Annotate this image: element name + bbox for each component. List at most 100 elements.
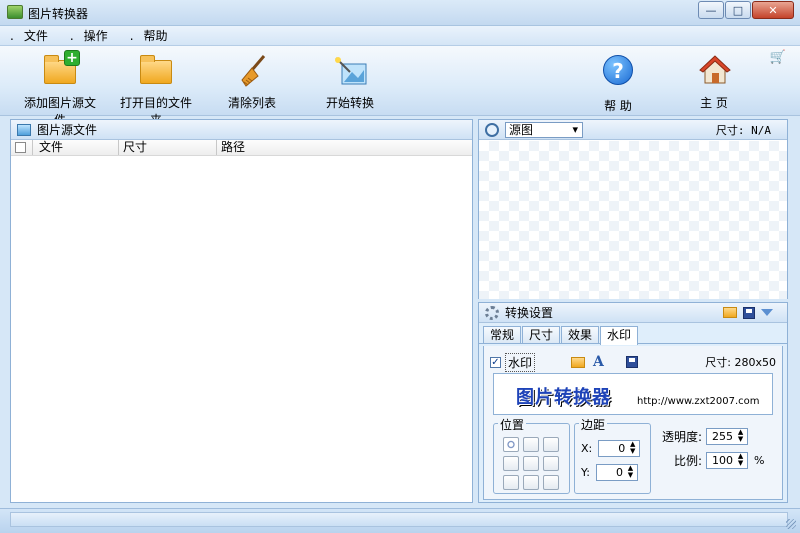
settings-header: 转换设置	[479, 303, 787, 323]
opacity-scale-fields: 透明度: 255 ▲ ▼ 比例: 100 ▲ ▼ %	[662, 428, 765, 476]
home-icon	[696, 52, 732, 88]
folder-icon	[138, 52, 174, 88]
watermark-toolbar: ✓ 水印 A 尺寸: 280x50	[490, 352, 776, 372]
position-grid	[503, 437, 559, 490]
source-files-panel: 图片源文件 文件 尺寸 路径	[10, 119, 473, 503]
position-title: 位置	[498, 416, 527, 433]
close-button[interactable]: ✕	[752, 1, 794, 19]
margin-x-value: 0	[618, 442, 626, 455]
margin-y-input[interactable]: 0 ▲ ▼	[595, 464, 638, 481]
image-icon	[17, 123, 31, 136]
position-top-right[interactable]	[543, 437, 559, 452]
add-source-button[interactable]: + 添加图片源文件	[22, 50, 98, 128]
menu-file[interactable]: 文件	[10, 27, 48, 44]
resize-grip-icon[interactable]	[786, 519, 796, 529]
margin-x-input[interactable]: 0 ▲ ▼	[598, 440, 641, 457]
window-controls: — □ ✕	[697, 1, 794, 19]
scale-spinner[interactable]: ▲ ▼	[735, 453, 746, 467]
open-settings-icon[interactable]	[723, 307, 737, 318]
scale-unit: %	[754, 454, 765, 467]
clear-list-button[interactable]: 清除列表	[228, 52, 276, 111]
position-bottom-left[interactable]	[503, 475, 519, 490]
margin-y-row: Y: 0 ▲ ▼	[581, 464, 638, 481]
margin-x-spinner[interactable]: ▲ ▼	[627, 441, 638, 455]
scale-label: 比例:	[674, 454, 703, 468]
position-middle-left[interactable]	[503, 456, 519, 471]
opacity-label: 透明度:	[662, 430, 703, 444]
margin-y-value: 0	[615, 466, 623, 479]
toolbar: + 添加图片源文件 打开目的文件夹 清除列表 开始转换 ? 帮	[0, 46, 800, 127]
source-select[interactable]: 源图	[505, 121, 583, 138]
margin-x-row: X: 0 ▲ ▼	[581, 440, 641, 457]
maximize-button[interactable]: □	[725, 1, 751, 19]
settings-tabs: 常规 尺寸 效果 水印	[479, 326, 787, 345]
menu-help[interactable]: 帮助	[130, 27, 168, 44]
open-destination-button[interactable]: 打开目的文件夹	[118, 52, 194, 128]
scale-value: 100	[712, 454, 734, 467]
position-top-center[interactable]	[523, 437, 539, 452]
cart-icon[interactable]: 🛒	[770, 50, 786, 65]
file-list-header: 文件 尺寸 路径	[11, 140, 472, 156]
watermark-enable-label[interactable]: 水印	[505, 352, 536, 372]
add-folder-icon: +	[42, 50, 80, 88]
tab-size[interactable]: 尺寸	[522, 326, 561, 343]
watermark-preview: 图片转换器 http://www.zxt2007.com	[493, 373, 773, 415]
margin-y-label: Y:	[581, 466, 590, 479]
tab-general[interactable]: 常规	[483, 326, 522, 343]
preview-panel: 源图 尺寸: N/A	[478, 119, 788, 299]
gear-icon	[485, 305, 499, 320]
select-all-cell	[11, 140, 33, 155]
file-list[interactable]	[11, 157, 472, 502]
source-files-header: 图片源文件	[11, 120, 472, 140]
magnify-icon	[485, 122, 499, 137]
margin-x-label: X:	[581, 442, 593, 455]
position-bottom-right[interactable]	[543, 475, 559, 490]
watermark-preview-url: http://www.zxt2007.com	[637, 396, 760, 407]
app-icon	[7, 5, 23, 19]
window-title: 图片转换器	[28, 7, 89, 21]
opacity-spinner[interactable]: ▲ ▼	[735, 429, 746, 443]
home-button[interactable]: 主 页	[696, 52, 732, 111]
conversion-settings-panel: 转换设置 常规 尺寸 效果 水印 ✓ 水印 A 尺寸: 280x50 图片转换器…	[478, 302, 788, 503]
opacity-input[interactable]: 255 ▲ ▼	[706, 428, 749, 445]
column-file[interactable]: 文件	[33, 140, 119, 155]
preview-header: 源图 尺寸: N/A	[479, 120, 787, 140]
source-files-title: 图片源文件	[37, 123, 98, 137]
start-convert-label: 开始转换	[326, 96, 375, 110]
watermark-preview-text: 图片转换器	[516, 387, 611, 408]
font-icon[interactable]: A	[593, 354, 604, 370]
title-bar: 图片转换器 — □ ✕	[0, 0, 800, 26]
clear-list-label: 清除列表	[228, 96, 277, 110]
save-watermark-icon[interactable]	[625, 356, 638, 368]
open-watermark-icon[interactable]	[571, 356, 586, 368]
minimize-button[interactable]: —	[698, 1, 724, 19]
save-settings-icon[interactable]	[743, 306, 755, 319]
tab-watermark[interactable]: 水印	[600, 326, 639, 345]
position-bottom-center[interactable]	[523, 475, 539, 490]
watermark-size: 尺寸: 280x50	[705, 356, 776, 369]
margin-y-spinner[interactable]: ▲ ▼	[625, 465, 636, 479]
help-button[interactable]: ? 帮 助	[600, 52, 636, 114]
collapse-icon[interactable]	[761, 309, 773, 316]
menu-operate[interactable]: 操作	[70, 27, 108, 44]
help-label: 帮 助	[604, 99, 632, 113]
margin-title: 边距	[579, 416, 608, 433]
scale-input[interactable]: 100 ▲ ▼	[706, 452, 749, 469]
watermark-tab-body: ✓ 水印 A 尺寸: 280x50 图片转换器 http://www.zxt20…	[483, 346, 783, 500]
scale-row: 比例: 100 ▲ ▼ %	[662, 452, 765, 469]
home-label: 主 页	[700, 96, 728, 110]
select-all-checkbox[interactable]	[15, 142, 26, 153]
position-top-left[interactable]	[503, 437, 519, 452]
watermark-checkbox[interactable]: ✓	[490, 356, 501, 368]
menu-bar: 文件 操作 帮助	[0, 26, 800, 46]
position-center[interactable]	[523, 456, 539, 471]
magic-wand-icon	[332, 52, 368, 88]
column-size[interactable]: 尺寸	[119, 140, 217, 155]
start-convert-button[interactable]: 开始转换	[326, 52, 374, 111]
status-text	[10, 512, 788, 527]
position-middle-right[interactable]	[543, 456, 559, 471]
tab-effect[interactable]: 效果	[561, 326, 600, 343]
preview-canvas	[479, 141, 787, 299]
settings-title: 转换设置	[505, 306, 554, 320]
column-path[interactable]: 路径	[217, 140, 472, 155]
